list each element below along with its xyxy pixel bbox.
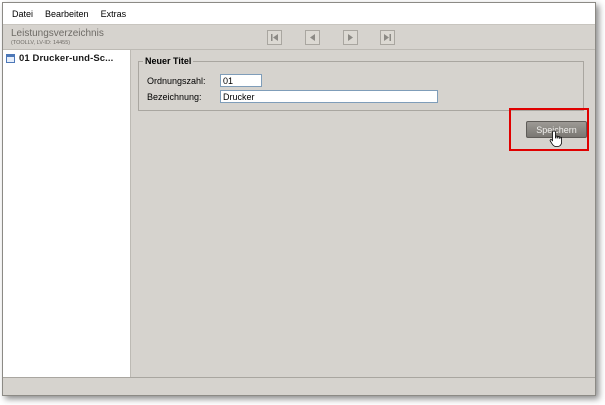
tree-panel: 01 Drucker-und-Sc... — [3, 50, 131, 377]
menu-bearbeiten[interactable]: Bearbeiten — [36, 9, 89, 19]
header-bar: Leistungsverzeichnis (TOOLLV, LV-ID: 144… — [3, 25, 595, 50]
menu-extras[interactable]: Extras — [92, 9, 127, 19]
form-legend: Neuer Titel — [143, 56, 194, 66]
hand-cursor-icon — [549, 130, 562, 147]
bezeichnung-input[interactable] — [220, 90, 438, 103]
app-window: Datei Bearbeiten Extras Leistungsverzeic… — [2, 2, 596, 396]
last-page-button[interactable] — [380, 30, 395, 45]
table-icon — [6, 54, 15, 63]
next-page-button[interactable] — [343, 30, 358, 45]
first-page-button[interactable] — [267, 30, 282, 45]
tree-item-label: 01 Drucker-und-Sc... — [19, 53, 114, 64]
menu-datei[interactable]: Datei — [3, 9, 33, 19]
status-bar — [3, 377, 595, 395]
next-page-icon — [348, 34, 353, 41]
page-subtitle: (TOOLLV, LV-ID: 14455) — [11, 40, 71, 46]
menu-bar: Datei Bearbeiten Extras — [3, 3, 595, 25]
form-fieldset — [138, 61, 584, 111]
ordnungszahl-input[interactable] — [220, 74, 262, 87]
bezeichnung-label: Bezeichnung: — [147, 92, 202, 102]
first-page-icon — [271, 34, 278, 41]
last-page-icon — [384, 34, 391, 41]
tree-item[interactable]: 01 Drucker-und-Sc... — [6, 53, 113, 64]
page-title: Leistungsverzeichnis — [11, 28, 104, 39]
previous-page-button[interactable] — [305, 30, 320, 45]
ordnungszahl-label: Ordnungszahl: — [147, 76, 206, 86]
previous-page-icon — [310, 34, 315, 41]
